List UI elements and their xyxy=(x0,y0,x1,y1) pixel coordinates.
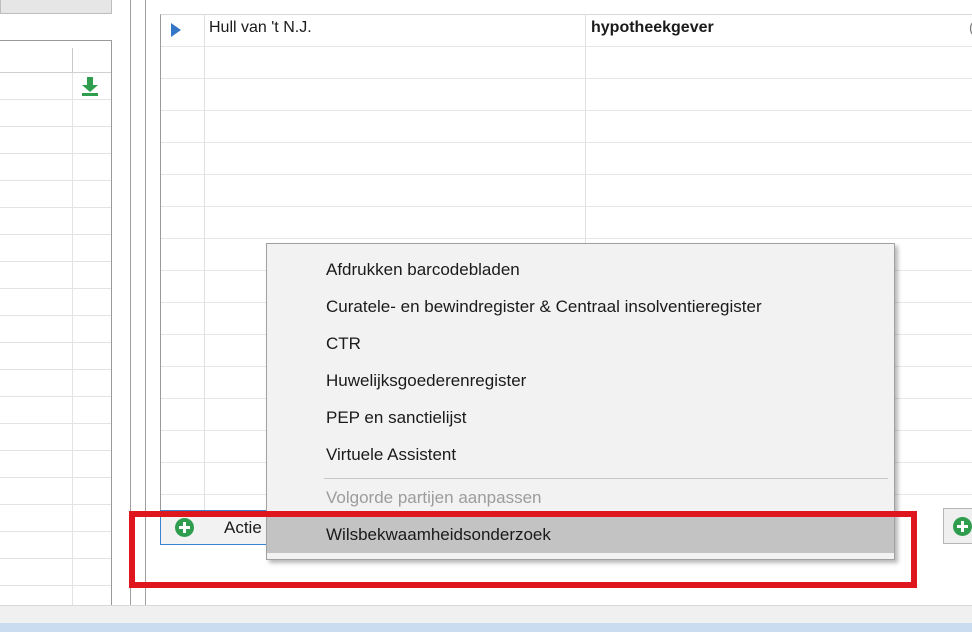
column-divider xyxy=(72,127,73,153)
table-row[interactable] xyxy=(161,143,972,175)
table-row[interactable] xyxy=(161,175,972,207)
left-grid-row[interactable] xyxy=(0,100,111,127)
column-divider xyxy=(72,262,73,288)
left-grid-row[interactable] xyxy=(0,127,111,154)
table-row[interactable] xyxy=(161,79,972,111)
column-divider xyxy=(72,208,73,234)
menu-item[interactable]: Afdrukken barcodebladen xyxy=(267,250,894,288)
row-selector-cell[interactable] xyxy=(161,15,205,46)
menu-item[interactable]: Virtuele Assistent xyxy=(267,435,894,473)
row-selector-cell[interactable] xyxy=(161,303,205,334)
party-name-cell[interactable] xyxy=(205,47,586,78)
column-divider xyxy=(72,154,73,180)
party-role-cell[interactable] xyxy=(586,47,972,78)
row-selector-cell[interactable] xyxy=(161,431,205,462)
left-grid-row[interactable] xyxy=(0,208,111,235)
left-grid-row[interactable] xyxy=(0,532,111,559)
menu-item[interactable]: PEP en sanctielijst xyxy=(267,398,894,436)
left-grid-row[interactable] xyxy=(0,343,111,370)
left-grid xyxy=(0,46,111,613)
left-grid-row[interactable] xyxy=(0,262,111,289)
add-button[interactable] xyxy=(943,508,972,544)
column-divider xyxy=(72,289,73,315)
party-name-cell[interactable] xyxy=(205,207,586,238)
column-divider xyxy=(72,451,73,477)
left-grid-row[interactable] xyxy=(0,397,111,424)
left-grid-row[interactable] xyxy=(0,154,111,181)
column-divider xyxy=(72,316,73,342)
row-selector-cell[interactable] xyxy=(161,175,205,206)
row-selector-cell[interactable] xyxy=(161,495,205,510)
column-divider xyxy=(72,48,73,72)
row-selector-cell[interactable] xyxy=(161,207,205,238)
row-selector-cell[interactable] xyxy=(161,143,205,174)
party-role-cell[interactable] xyxy=(586,111,972,142)
column-divider xyxy=(72,397,73,423)
column-divider xyxy=(72,532,73,558)
left-grid-row[interactable] xyxy=(0,424,111,451)
triangle-right-icon xyxy=(171,23,181,37)
table-row[interactable] xyxy=(161,47,972,79)
column-divider xyxy=(72,559,73,585)
left-grid-row[interactable] xyxy=(0,181,111,208)
column-divider xyxy=(72,424,73,450)
left-pane xyxy=(0,40,112,613)
party-name-cell[interactable] xyxy=(205,111,586,142)
left-grid-row[interactable] xyxy=(0,478,111,505)
menu-item[interactable]: Huwelijksgoederenregister xyxy=(267,361,894,399)
column-divider xyxy=(72,235,73,261)
left-grid-row[interactable] xyxy=(0,370,111,397)
party-role-cell[interactable] xyxy=(586,79,972,110)
column-divider xyxy=(72,370,73,396)
row-selector-cell[interactable] xyxy=(161,79,205,110)
actie-button-label: Actie xyxy=(224,518,262,537)
plus-circle-icon xyxy=(175,518,194,537)
column-divider xyxy=(72,181,73,207)
menu-item[interactable]: Wilsbekwaamheidsonderzoek xyxy=(267,515,894,553)
left-grid-row[interactable] xyxy=(0,289,111,316)
party-role-cell[interactable] xyxy=(586,207,972,238)
table-row[interactable]: Hull van 't N.J.hypotheekgever( xyxy=(161,15,972,47)
party-name-cell[interactable]: Hull van 't N.J. xyxy=(205,15,586,46)
party-name-cell[interactable] xyxy=(205,79,586,110)
party-name-cell[interactable] xyxy=(205,175,586,206)
row-selector-cell[interactable] xyxy=(161,463,205,494)
row-selector-cell[interactable] xyxy=(161,47,205,78)
left-grid-row[interactable] xyxy=(0,451,111,478)
left-grid-row[interactable] xyxy=(0,235,111,262)
party-name-cell[interactable] xyxy=(205,143,586,174)
column-divider xyxy=(72,73,73,99)
menu-item: Volgorde partijen aanpassen xyxy=(326,488,542,507)
status-strip xyxy=(0,605,972,623)
menu-item[interactable]: Curatele- en bewindregister & Centraal i… xyxy=(267,287,894,325)
download-arrow-icon[interactable] xyxy=(80,76,100,96)
row-selector-cell[interactable] xyxy=(161,239,205,270)
actie-context-menu: Afdrukken barcodebladen Curatele- en bewi… xyxy=(266,243,895,560)
pane-splitter-inner xyxy=(145,0,146,610)
column-divider xyxy=(72,100,73,126)
party-role-cell[interactable] xyxy=(586,175,972,206)
left-grid-row[interactable] xyxy=(0,73,111,100)
party-role-cell[interactable] xyxy=(586,143,972,174)
table-row[interactable] xyxy=(161,111,972,143)
pane-splitter[interactable] xyxy=(130,0,131,610)
row-selector-cell[interactable] xyxy=(161,271,205,302)
left-grid-row[interactable] xyxy=(0,505,111,532)
column-divider xyxy=(72,505,73,531)
column-divider xyxy=(72,343,73,369)
row-selector-cell[interactable] xyxy=(161,111,205,142)
row-selector-cell[interactable] xyxy=(161,399,205,430)
plus-circle-icon xyxy=(953,517,972,536)
table-row[interactable] xyxy=(161,207,972,239)
left-grid-row[interactable] xyxy=(0,316,111,343)
party-role-cell[interactable]: hypotheekgever xyxy=(586,15,972,46)
left-top-tab xyxy=(0,0,112,14)
left-grid-row[interactable] xyxy=(0,559,111,586)
menu-item[interactable]: CTR xyxy=(267,324,894,362)
left-grid-row[interactable] xyxy=(0,46,111,73)
row-selector-cell[interactable] xyxy=(161,335,205,366)
row-selector-cell[interactable] xyxy=(161,367,205,398)
column-divider xyxy=(72,478,73,504)
bottom-bar xyxy=(0,623,972,632)
